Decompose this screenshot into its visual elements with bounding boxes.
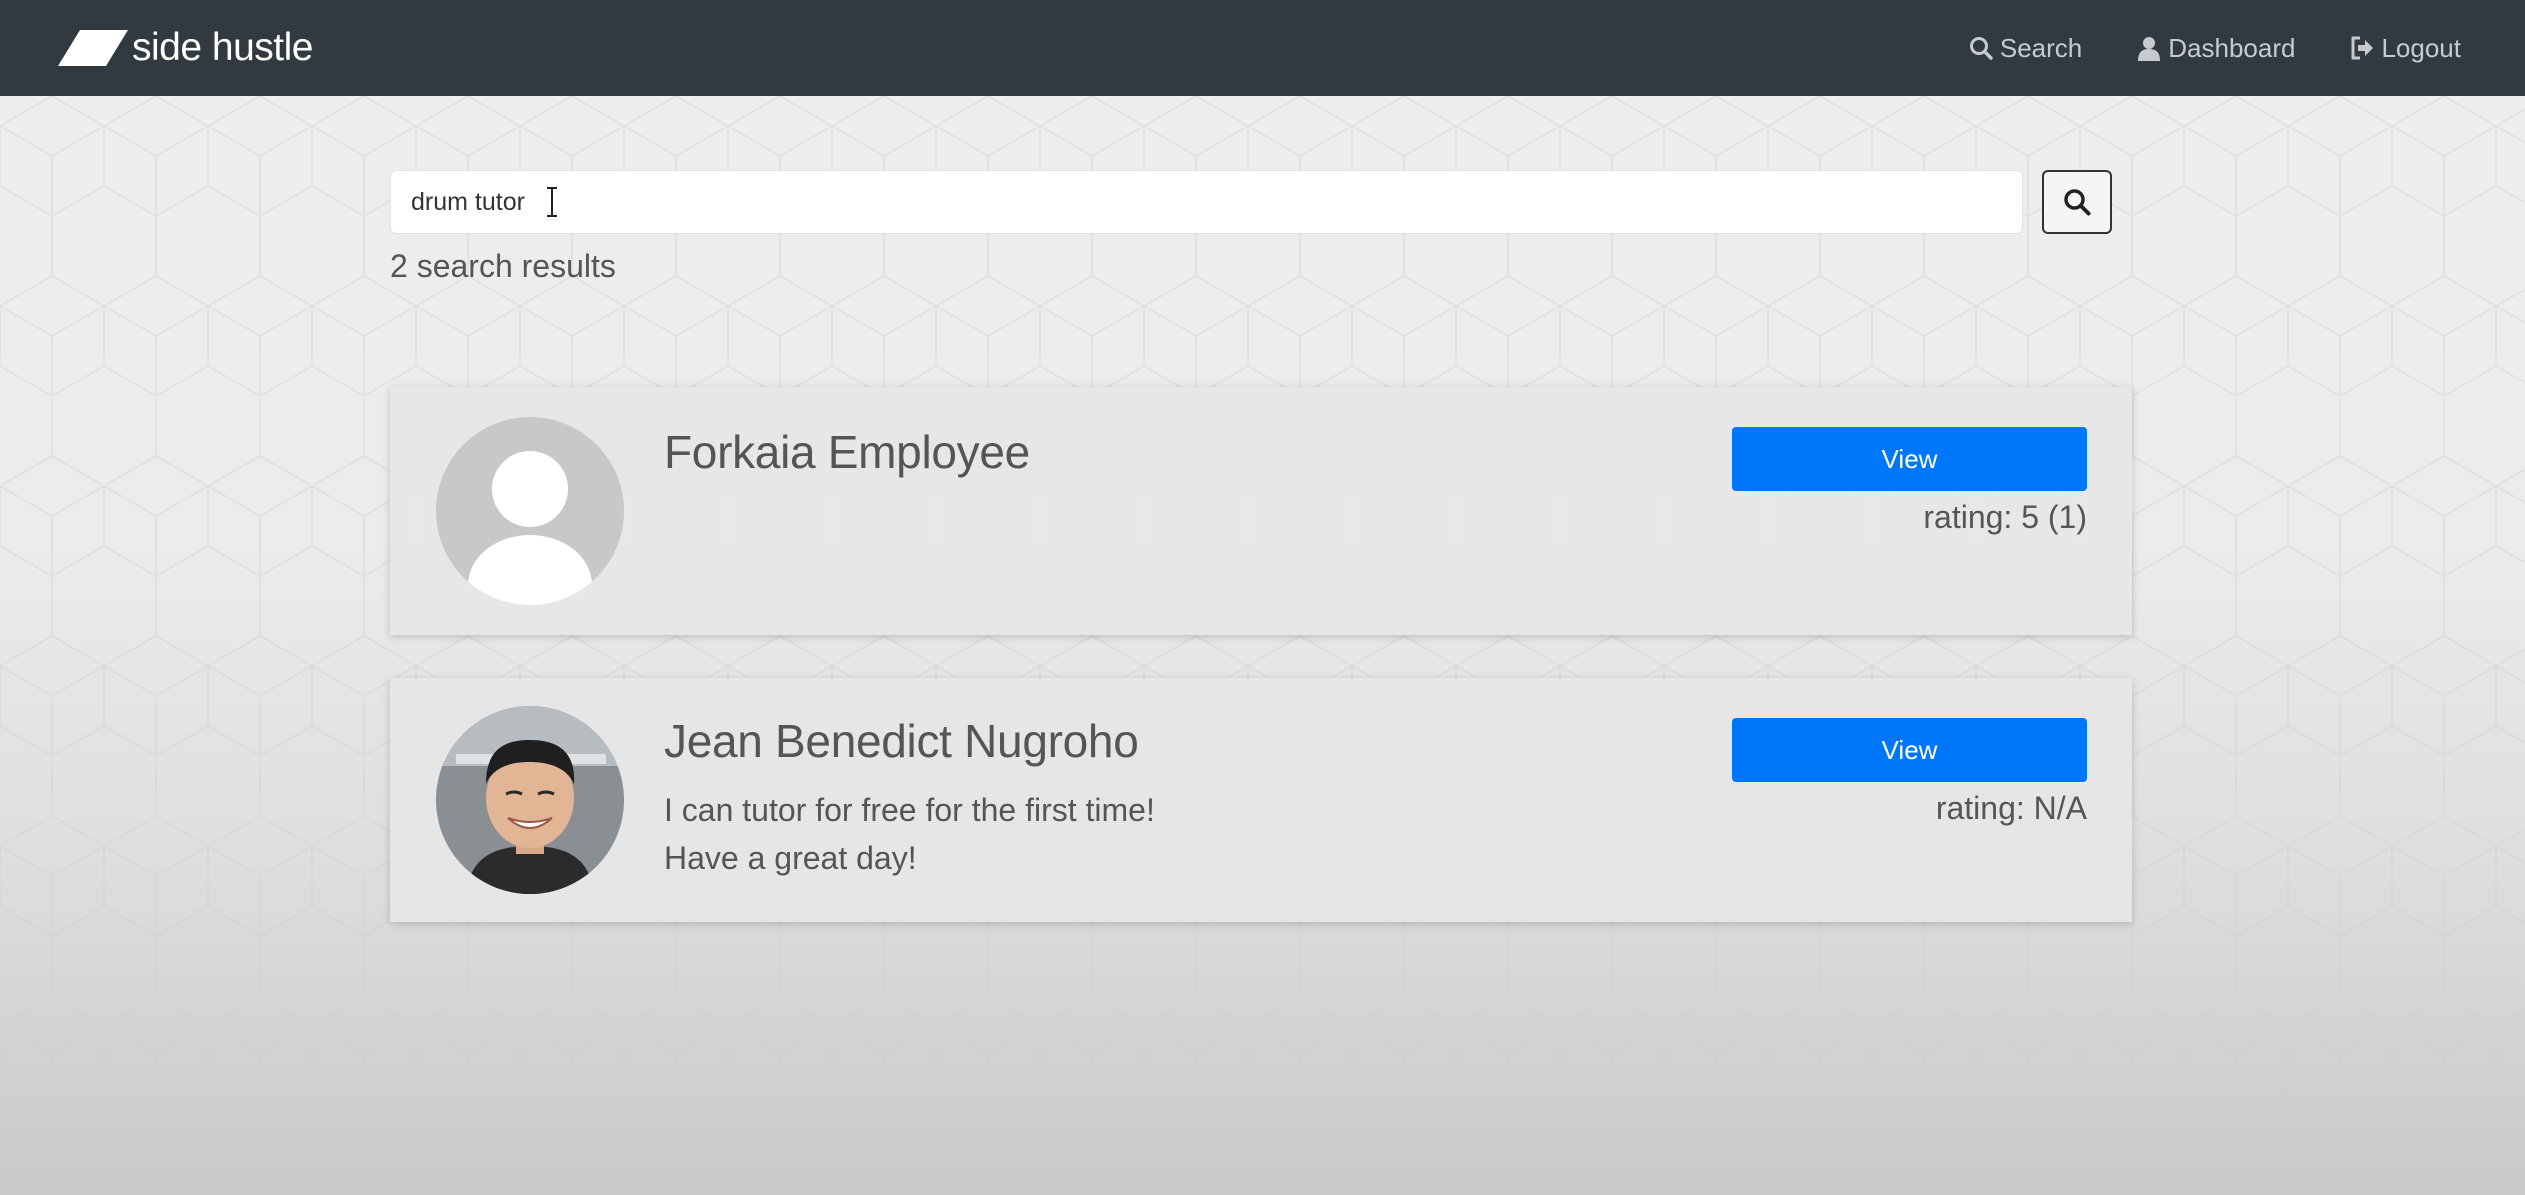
avatar — [436, 417, 624, 605]
nav-dashboard-link[interactable]: Dashboard — [2136, 33, 2295, 64]
top-navbar: side hustle Search Dashboard Logout — [0, 0, 2525, 96]
search-icon — [2064, 189, 2091, 216]
nav-logout-link[interactable]: Logout — [2349, 33, 2461, 64]
nav-links: Search Dashboard Logout — [1914, 0, 2461, 96]
view-button[interactable]: View — [1732, 718, 2087, 782]
search-results-count: 2 search results — [390, 248, 616, 284]
result-bio-line: Have a great day! — [664, 840, 917, 876]
search-icon — [1969, 37, 1993, 60]
nav-search-link[interactable]: Search — [1968, 33, 2082, 64]
profile-photo — [436, 706, 624, 894]
brand-name: side hustle — [132, 26, 313, 69]
user-icon — [2138, 37, 2161, 61]
brand-link[interactable]: side hustle — [58, 28, 313, 68]
result-name: Jean Benedict Nugroho — [664, 715, 1139, 767]
result-card: Jean Benedict Nugroho I can tutor for fr… — [390, 678, 2132, 922]
default-avatar-icon — [436, 417, 624, 605]
nav-logout-label: Logout — [2381, 32, 2461, 63]
text-cursor-icon — [547, 187, 557, 217]
result-rating: rating: N/A — [1935, 790, 2087, 826]
view-button[interactable]: View — [1732, 427, 2087, 491]
logout-icon — [2351, 36, 2374, 60]
nav-dashboard-label: Dashboard — [2168, 32, 2296, 63]
result-name: Forkaia Employee — [664, 426, 1030, 478]
search-button[interactable] — [2042, 170, 2112, 234]
search-input[interactable] — [390, 170, 2023, 234]
nav-search-label: Search — [1999, 32, 2083, 63]
avatar — [436, 706, 624, 894]
result-bio: I can tutor for free for the first time!… — [664, 786, 1564, 882]
result-bio-line: I can tutor for free for the first time! — [664, 792, 1155, 828]
parallelogram-logo-icon — [58, 30, 128, 66]
result-card: Forkaia Employee View rating: 5 (1) — [390, 387, 2132, 635]
background-pattern — [0, 96, 2525, 1195]
result-rating: rating: 5 (1) — [1923, 499, 2087, 535]
